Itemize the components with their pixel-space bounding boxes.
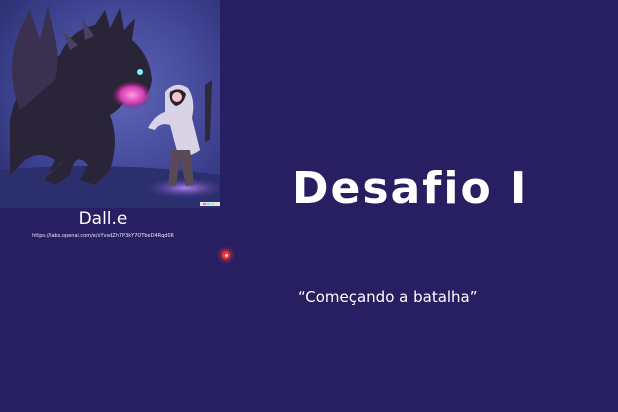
laser-pointer-icon: [222, 251, 230, 259]
presentation-slide: Dall.e https://labs.openai.com/e/xYvsdZh…: [0, 0, 618, 412]
slide-title: Desafio I: [292, 163, 529, 214]
image-source-link[interactable]: https://labs.openai.com/e/xYvsdZh7P3kY7O…: [0, 232, 206, 240]
dragon-illustration-image: [0, 0, 220, 208]
image-caption: Dall.e: [78, 209, 128, 229]
slide-subtitle: “Começando a batalha”: [298, 288, 478, 306]
